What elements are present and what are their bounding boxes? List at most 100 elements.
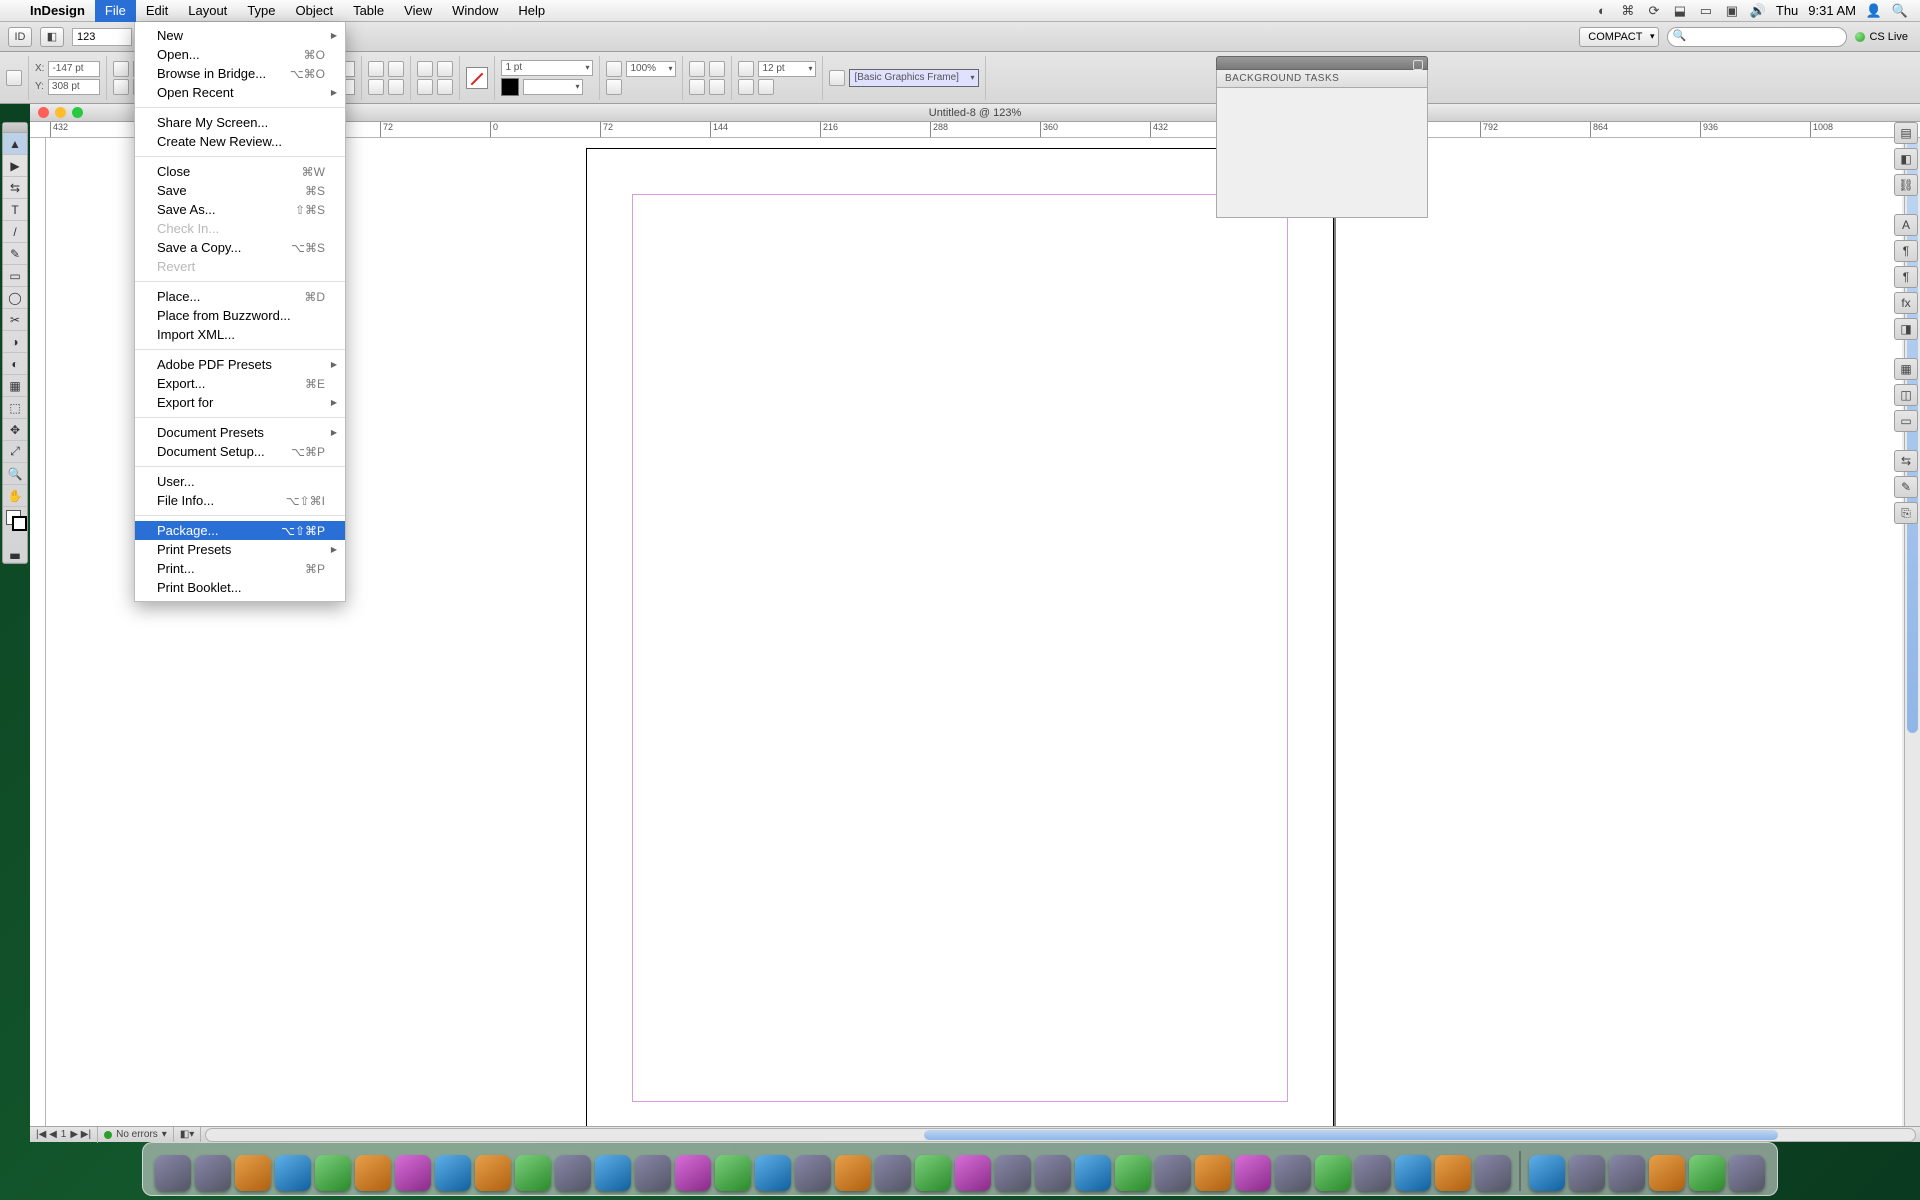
dock-app-icon[interactable] xyxy=(155,1155,191,1191)
menu-item-print-presets[interactable]: Print Presets xyxy=(135,540,345,559)
fx-icon[interactable] xyxy=(606,61,622,77)
select-prev-icon[interactable] xyxy=(417,79,433,95)
bridge-icon[interactable]: ◧ xyxy=(40,27,64,47)
menu-item-package[interactable]: Package...⌥⇧⌘P xyxy=(135,521,345,540)
menu-item-browse-in-bridge[interactable]: Browse in Bridge...⌥⌘O xyxy=(135,64,345,83)
dock-app-icon[interactable] xyxy=(1435,1155,1471,1191)
minimize-window-icon[interactable] xyxy=(55,107,66,118)
opacity-field[interactable]: 100% xyxy=(626,61,676,77)
dock-app-icon[interactable] xyxy=(1609,1155,1645,1191)
dock-app-icon[interactable] xyxy=(275,1155,311,1191)
dock-app-icon[interactable] xyxy=(955,1155,991,1191)
tool-button[interactable]: ▶ xyxy=(3,155,27,177)
menu-item-close[interactable]: Close⌘W xyxy=(135,162,345,181)
scrollbar-thumb[interactable] xyxy=(924,1130,1778,1140)
dock-app-icon[interactable] xyxy=(1729,1155,1765,1191)
dock-app-icon[interactable] xyxy=(1355,1155,1391,1191)
text-wrap-jump-icon[interactable] xyxy=(709,79,725,95)
panel-header[interactable] xyxy=(1216,56,1428,70)
dock-app-icon[interactable] xyxy=(1649,1155,1685,1191)
tool-button[interactable]: ⇆ xyxy=(3,177,27,199)
dock-app-icon[interactable] xyxy=(1195,1155,1231,1191)
flip-v-icon[interactable] xyxy=(388,61,404,77)
menu-edit[interactable]: Edit xyxy=(136,0,178,22)
y-field[interactable]: 308 pt xyxy=(48,79,100,95)
menu-file[interactable]: File xyxy=(95,0,136,22)
dock-app-icon[interactable] xyxy=(555,1155,591,1191)
dock-app-icon[interactable] xyxy=(1035,1155,1071,1191)
tool-button[interactable]: ✥ xyxy=(3,419,27,441)
tool-button[interactable]: ✎ xyxy=(3,243,27,265)
id-icon[interactable]: ID xyxy=(8,27,32,47)
page[interactable] xyxy=(586,148,1334,1126)
stroke-swatch-icon[interactable] xyxy=(12,516,27,531)
dock-app-icon[interactable] xyxy=(355,1155,391,1191)
tool-button[interactable]: ◐ xyxy=(3,353,27,375)
stroke-color[interactable] xyxy=(501,78,519,96)
panel-button[interactable]: ◨ xyxy=(1894,318,1918,340)
zoom-window-icon[interactable] xyxy=(72,107,83,118)
fill-swatch[interactable] xyxy=(466,67,488,89)
dock-app-icon[interactable] xyxy=(1395,1155,1431,1191)
menu-item-document-setup[interactable]: Document Setup...⌥⌘P xyxy=(135,442,345,461)
horizontal-scrollbar[interactable] xyxy=(205,1128,1916,1142)
tool-button[interactable]: ⤢ xyxy=(3,441,27,463)
dock-app-icon[interactable] xyxy=(1529,1155,1565,1191)
rotate-cw-icon[interactable] xyxy=(368,79,384,95)
menu-object[interactable]: Object xyxy=(286,0,344,22)
tool-button[interactable]: ⬚ xyxy=(3,397,27,419)
menu-item-save-as[interactable]: Save As...⇧⌘S xyxy=(135,200,345,219)
tool-button[interactable]: 🔍 xyxy=(3,463,27,485)
menu-item-create-new-review[interactable]: Create New Review... xyxy=(135,132,345,151)
panel-button[interactable]: fx xyxy=(1894,292,1918,314)
panel-button[interactable]: A xyxy=(1894,214,1918,236)
dock-app-icon[interactable] xyxy=(1315,1155,1351,1191)
w-icon[interactable] xyxy=(113,61,129,77)
dock-app-icon[interactable] xyxy=(755,1155,791,1191)
menu-item-export-for[interactable]: Export for xyxy=(135,393,345,412)
object-style-dropdown[interactable]: [Basic Graphics Frame] xyxy=(849,69,979,87)
dock-app-icon[interactable] xyxy=(915,1155,951,1191)
select-container-icon[interactable] xyxy=(437,61,453,77)
tool-button[interactable]: ▦ xyxy=(3,375,27,397)
open-panel-button[interactable]: ◧▾ xyxy=(174,1127,201,1143)
panel-grip[interactable] xyxy=(3,123,27,133)
frame-tool-icon[interactable] xyxy=(829,70,845,86)
panel-button[interactable]: ⛓ xyxy=(1894,174,1918,196)
rotate-ccw-icon[interactable] xyxy=(388,79,404,95)
menu-item-new[interactable]: New xyxy=(135,26,345,45)
menu-item-open[interactable]: Open...⌘O xyxy=(135,45,345,64)
menu-layout[interactable]: Layout xyxy=(178,0,237,22)
menu-item-save[interactable]: Save⌘S xyxy=(135,181,345,200)
fit-content-icon[interactable] xyxy=(738,79,754,95)
dock-app-icon[interactable] xyxy=(1155,1155,1191,1191)
dock-app-icon[interactable] xyxy=(795,1155,831,1191)
menu-item-export[interactable]: Export...⌘E xyxy=(135,374,345,393)
panel-button[interactable]: ◫ xyxy=(1894,384,1918,406)
menu-item-share-my-screen[interactable]: Share My Screen... xyxy=(135,113,345,132)
display-icon[interactable]: ▣ xyxy=(1724,3,1740,19)
workspace-switcher[interactable]: COMPACT xyxy=(1579,27,1659,47)
menu-item-place[interactable]: Place...⌘D xyxy=(135,287,345,306)
menu-type[interactable]: Type xyxy=(237,0,285,22)
tool-button[interactable]: ◯ xyxy=(3,287,27,309)
menubar-time[interactable]: 9:31 AM xyxy=(1808,3,1856,18)
cs-live-button[interactable]: CS Live xyxy=(1855,31,1908,43)
dock-app-icon[interactable] xyxy=(995,1155,1031,1191)
select-content-icon[interactable] xyxy=(417,61,433,77)
menu-window[interactable]: Window xyxy=(442,0,508,22)
panel-button[interactable]: ▭ xyxy=(1894,410,1918,432)
vertical-ruler[interactable] xyxy=(30,138,46,1126)
tool-button[interactable]: ✋ xyxy=(3,485,27,507)
panel-button[interactable]: ✎ xyxy=(1894,476,1918,498)
drop-shadow-icon[interactable] xyxy=(606,79,622,95)
panel-button[interactable]: ◧ xyxy=(1894,148,1918,170)
panel-button[interactable]: ▦ xyxy=(1894,358,1918,380)
fill-stroke-swatches[interactable] xyxy=(3,507,27,541)
menu-view[interactable]: View xyxy=(394,0,442,22)
dock-app-icon[interactable] xyxy=(635,1155,671,1191)
panel-tab[interactable]: BACKGROUND TASKS xyxy=(1216,70,1428,88)
stroke-style[interactable] xyxy=(523,79,583,95)
dock-app-icon[interactable] xyxy=(315,1155,351,1191)
dock-app-icon[interactable] xyxy=(835,1155,871,1191)
